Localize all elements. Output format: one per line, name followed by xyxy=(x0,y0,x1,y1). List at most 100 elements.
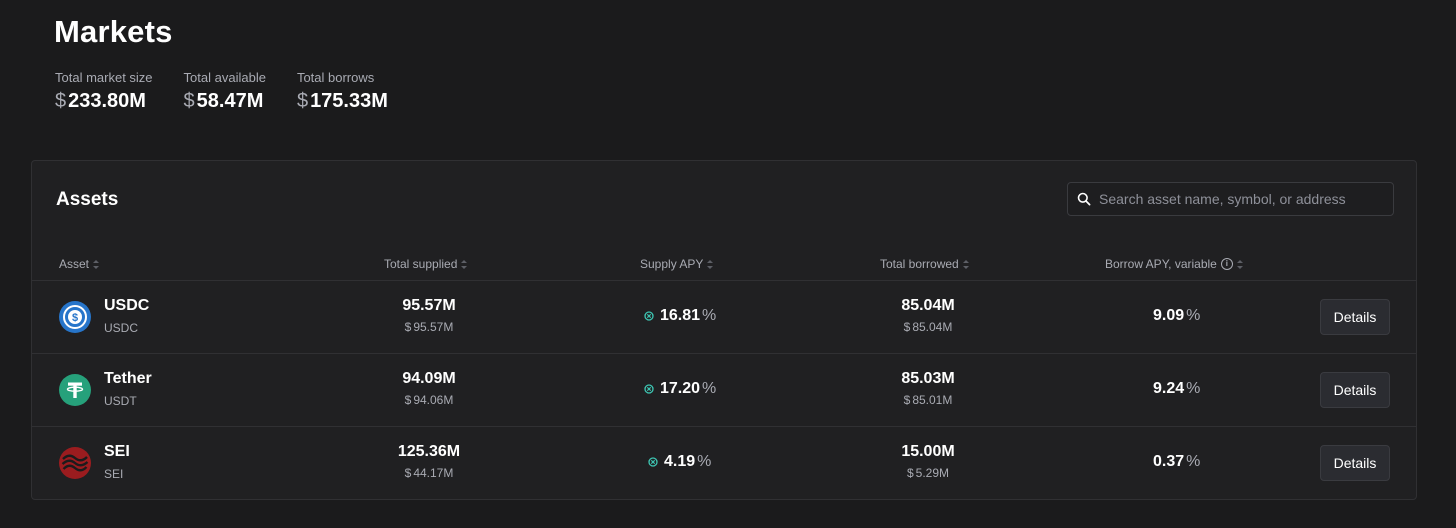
market-stats: Total market size $233.80M Total availab… xyxy=(55,70,419,113)
details-button[interactable]: Details xyxy=(1320,445,1390,481)
column-header-total-borrowed[interactable]: Total borrowed xyxy=(880,257,969,271)
stat-total-available: Total available $58.47M xyxy=(184,70,266,113)
supplied-usd: $94.06M xyxy=(369,393,489,407)
search-input[interactable] xyxy=(1099,191,1379,207)
total-supplied-cell: 125.36M $44.17M xyxy=(369,443,489,480)
borrowed-usd: $5.29M xyxy=(868,466,988,480)
sei-token-icon xyxy=(59,447,91,479)
asset-search[interactable] xyxy=(1067,182,1394,216)
supply-apy-cell: 4.19% xyxy=(648,453,711,471)
currency-symbol: $ xyxy=(296,90,309,112)
usdc-token-icon: $ xyxy=(59,301,91,333)
stat-total-borrows: Total borrows $175.33M xyxy=(297,70,388,113)
column-header-total-supplied[interactable]: Total supplied xyxy=(384,257,468,271)
percent-symbol: % xyxy=(1186,453,1201,470)
total-supplied-cell: 94.09M $94.06M xyxy=(369,370,489,407)
asset-symbol: USDC xyxy=(104,321,139,335)
currency-symbol: $ xyxy=(183,90,195,112)
currency-symbol: $ xyxy=(906,466,914,480)
info-icon[interactable]: i xyxy=(1220,258,1233,270)
borrowed-amount: 85.04M xyxy=(901,297,955,314)
column-header-label: Supply APY xyxy=(640,257,704,271)
sort-icon xyxy=(461,259,468,269)
currency-symbol: $ xyxy=(903,320,911,334)
table-row[interactable]: Tether USDT 94.09M $94.06M 17.20% 85.03M… xyxy=(32,353,1416,426)
supplied-usd-value: 95.57M xyxy=(413,320,454,334)
borrow-apy-cell: 9.09% xyxy=(1153,307,1200,325)
column-header-label: Total supplied xyxy=(384,257,458,271)
stat-value: $175.33M xyxy=(297,90,388,113)
asset-symbol: USDT xyxy=(104,394,137,408)
borrow-apy-cell: 9.24% xyxy=(1153,380,1200,398)
supply-apy-value: 16.81 xyxy=(660,307,701,324)
column-header-asset[interactable]: Asset xyxy=(59,257,100,271)
borrow-apy-value: 9.09 xyxy=(1153,307,1185,324)
percent-symbol: % xyxy=(1186,307,1201,324)
borrowed-usd: $85.01M xyxy=(868,393,988,407)
total-borrowed-cell: 85.03M $85.01M xyxy=(868,370,988,407)
supplied-amount: 94.09M xyxy=(402,370,456,387)
page-title: Markets xyxy=(54,14,173,49)
column-header-supply-apy[interactable]: Supply APY xyxy=(640,257,714,271)
stat-label: Total market size xyxy=(55,70,153,85)
currency-symbol: $ xyxy=(404,393,412,407)
sort-icon xyxy=(707,259,714,269)
currency-symbol: $ xyxy=(903,393,911,407)
borrowed-usd-value: 85.04M xyxy=(912,320,953,334)
borrow-apy-value: 0.37 xyxy=(1153,453,1185,470)
supply-apy-cell: 17.20% xyxy=(644,380,716,398)
stat-label: Total available xyxy=(183,70,266,85)
borrowed-amount: 85.03M xyxy=(901,370,955,387)
supplied-usd: $95.57M xyxy=(369,320,489,334)
currency-symbol: $ xyxy=(404,466,412,480)
total-borrowed-cell: 85.04M $85.04M xyxy=(868,297,988,334)
asset-name: Tether xyxy=(104,370,152,387)
table-row[interactable]: $ USDC USDC 95.57M $95.57M 16.81% 85.04M… xyxy=(32,280,1416,353)
assets-card: Assets Asset Total supplied Supply APY T… xyxy=(31,160,1417,500)
column-header-label: Total borrowed xyxy=(880,257,959,271)
asset-symbol: SEI xyxy=(104,467,124,481)
stat-amount: 58.47M xyxy=(196,90,264,112)
svg-text:$: $ xyxy=(72,312,78,324)
borrow-apy-cell: 0.37% xyxy=(1153,453,1200,471)
incentive-icon[interactable] xyxy=(648,457,658,467)
search-icon xyxy=(1077,192,1091,206)
asset-name: USDC xyxy=(104,297,150,314)
incentive-icon[interactable] xyxy=(644,384,654,394)
borrowed-usd: $85.04M xyxy=(868,320,988,334)
incentive-icon[interactable] xyxy=(644,311,654,321)
borrowed-usd-value: 85.01M xyxy=(912,393,953,407)
supplied-usd-value: 94.06M xyxy=(413,393,454,407)
borrowed-usd-value: 5.29M xyxy=(915,466,950,480)
total-borrowed-cell: 15.00M $5.29M xyxy=(868,443,988,480)
stat-amount: 233.80M xyxy=(68,90,146,112)
currency-symbol: $ xyxy=(55,90,67,112)
sort-icon xyxy=(93,259,100,269)
sort-icon xyxy=(962,259,969,269)
percent-symbol: % xyxy=(702,380,717,397)
supplied-usd: $44.17M xyxy=(369,466,489,480)
stat-value: $58.47M xyxy=(184,90,266,113)
sort-icon xyxy=(1236,259,1243,269)
tether-token-icon xyxy=(59,374,91,406)
stat-amount: 175.33M xyxy=(310,90,388,112)
borrow-apy-value: 9.24 xyxy=(1153,380,1185,397)
percent-symbol: % xyxy=(1186,380,1201,397)
details-button[interactable]: Details xyxy=(1320,299,1390,335)
supply-apy-value: 4.19 xyxy=(664,453,696,470)
currency-symbol: $ xyxy=(404,320,412,334)
assets-card-title: Assets xyxy=(56,189,119,210)
column-header-borrow-apy[interactable]: Borrow APY, variable i xyxy=(1105,257,1243,271)
column-header-label: Asset xyxy=(59,257,90,271)
supplied-usd-value: 44.17M xyxy=(413,466,454,480)
percent-symbol: % xyxy=(697,453,712,470)
supply-apy-value: 17.20 xyxy=(660,380,701,397)
details-button[interactable]: Details xyxy=(1320,372,1390,408)
table-row[interactable]: SEI SEI 125.36M $44.17M 4.19% 15.00M $5.… xyxy=(32,426,1416,499)
supply-apy-cell: 16.81% xyxy=(644,307,716,325)
stat-label: Total borrows xyxy=(296,70,375,85)
percent-symbol: % xyxy=(702,307,717,324)
stat-value: $233.80M xyxy=(55,90,153,113)
stat-total-market-size: Total market size $233.80M xyxy=(55,70,153,113)
column-header-label: Borrow APY, variable xyxy=(1105,257,1217,271)
